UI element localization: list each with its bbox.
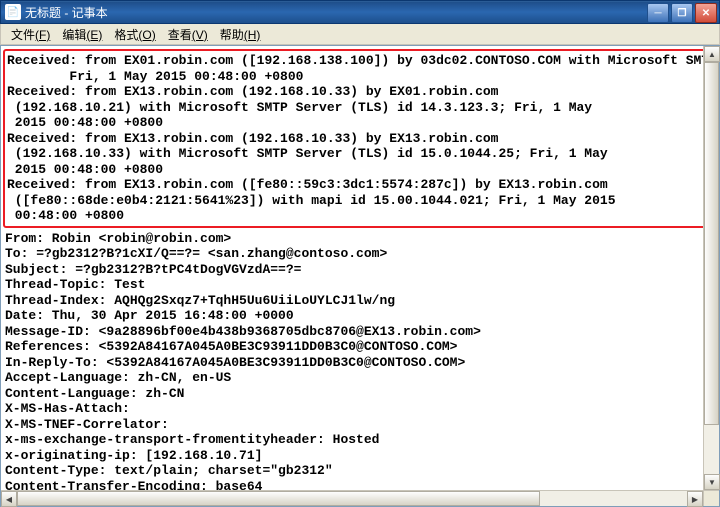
scroll-left-button[interactable]: ◀ bbox=[1, 491, 17, 507]
menu-format[interactable]: 格式(O) bbox=[108, 24, 161, 45]
scroll-right-button[interactable]: ▶ bbox=[687, 491, 703, 507]
v-scroll-thumb[interactable] bbox=[704, 62, 719, 425]
vertical-scrollbar[interactable]: ▲ ▼ bbox=[703, 46, 719, 490]
menu-help[interactable]: 帮助(H) bbox=[214, 24, 267, 45]
menu-edit[interactable]: 编辑(E) bbox=[56, 24, 108, 45]
v-scroll-track[interactable] bbox=[704, 62, 719, 474]
received-headers-highlight: Received: from EX01.robin.com ([192.168.… bbox=[3, 49, 703, 228]
close-button[interactable]: ✕ bbox=[695, 3, 717, 23]
window-title: 无标题 - 记事本 bbox=[25, 4, 647, 21]
scroll-down-button[interactable]: ▼ bbox=[704, 474, 720, 490]
scrollbar-corner bbox=[703, 490, 719, 506]
maximize-button[interactable]: ❐ bbox=[671, 3, 693, 23]
h-scroll-thumb[interactable] bbox=[17, 491, 540, 506]
editor-area: Received: from EX01.robin.com ([192.168.… bbox=[0, 45, 720, 507]
menu-view[interactable]: 查看(V) bbox=[162, 24, 214, 45]
horizontal-scrollbar[interactable]: ◀ ▶ bbox=[1, 490, 703, 506]
menu-file[interactable]: 文件(F) bbox=[5, 24, 56, 45]
h-scroll-track[interactable] bbox=[17, 491, 687, 506]
header-lines: From: Robin <robin@robin.com> To: =?gb23… bbox=[5, 231, 481, 491]
menubar: 文件(F) 编辑(E) 格式(O) 查看(V) 帮助(H) bbox=[0, 24, 720, 45]
titlebar: 📄 无标题 - 记事本 ─ ❐ ✕ bbox=[0, 0, 720, 24]
window-controls: ─ ❐ ✕ bbox=[647, 1, 719, 23]
app-icon: 📄 bbox=[5, 4, 21, 20]
scroll-up-button[interactable]: ▲ bbox=[704, 46, 720, 62]
minimize-button[interactable]: ─ bbox=[647, 3, 669, 23]
text-content[interactable]: Received: from EX01.robin.com ([192.168.… bbox=[1, 46, 703, 490]
